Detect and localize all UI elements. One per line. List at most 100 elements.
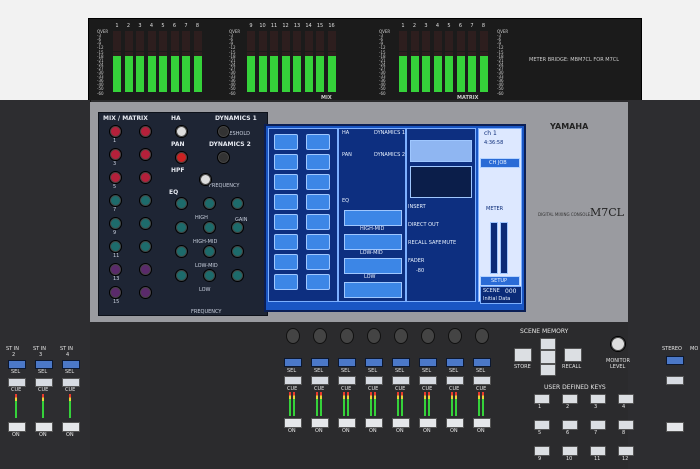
lcd-send-knob[interactable] [274, 254, 298, 270]
lcd-eq-band[interactable] [344, 210, 402, 226]
dynamics2-threshold-knob[interactable] [217, 151, 230, 164]
lcd-send-knob[interactable] [274, 214, 298, 230]
lcd-setup-button[interactable]: SETUP [480, 276, 520, 286]
eq-knob[interactable] [203, 197, 216, 210]
user-defined-key[interactable] [618, 446, 634, 456]
on-button[interactable] [419, 418, 437, 428]
channel-encoder-knob[interactable] [367, 328, 381, 344]
cue-button[interactable] [338, 376, 356, 385]
scene-dec-button[interactable] [514, 348, 532, 362]
lcd-ch-job-button[interactable]: CH JOB [480, 158, 520, 168]
sel-button[interactable] [419, 358, 437, 367]
lcd-send-knob[interactable] [274, 154, 298, 170]
on-button[interactable] [311, 418, 329, 428]
lcd-send-knob[interactable] [274, 134, 298, 150]
hpf-frequency-knob[interactable] [199, 173, 212, 186]
lcd-eq-band[interactable] [344, 282, 402, 298]
eq-knob[interactable] [231, 221, 244, 234]
mix-send-knob[interactable] [109, 263, 122, 276]
mix-send-knob[interactable] [139, 240, 152, 253]
mix-send-knob[interactable] [109, 148, 122, 161]
cue-button[interactable] [284, 376, 302, 385]
mix-send-knob[interactable] [109, 286, 122, 299]
user-defined-key[interactable] [618, 420, 634, 430]
st-in-on-button[interactable] [35, 422, 53, 432]
user-defined-key[interactable] [534, 446, 550, 456]
user-defined-key[interactable] [562, 394, 578, 404]
eq-knob[interactable] [231, 197, 244, 210]
lcd-send-knob[interactable] [274, 194, 298, 210]
mix-send-knob[interactable] [139, 263, 152, 276]
on-button[interactable] [284, 418, 302, 428]
mix-send-knob[interactable] [139, 148, 152, 161]
cue-button[interactable] [365, 376, 383, 385]
channel-encoder-knob[interactable] [340, 328, 354, 344]
lcd-send-knob[interactable] [306, 134, 330, 150]
monitor-level-knob[interactable] [610, 336, 626, 352]
channel-encoder-knob[interactable] [448, 328, 462, 344]
lcd-send-knob[interactable] [274, 234, 298, 250]
cue-button[interactable] [446, 376, 464, 385]
cue-button[interactable] [311, 376, 329, 385]
scene-up-button[interactable] [540, 338, 556, 350]
st-in-cue-button[interactable] [8, 378, 26, 387]
mix-send-knob[interactable] [109, 125, 122, 138]
sel-button[interactable] [365, 358, 383, 367]
lcd-eq-band[interactable] [344, 234, 402, 250]
sel-button[interactable] [284, 358, 302, 367]
mix-send-knob[interactable] [139, 194, 152, 207]
stereo-on-button[interactable] [666, 422, 684, 432]
st-in-on-button[interactable] [8, 422, 26, 432]
lcd-send-knob[interactable] [306, 234, 330, 250]
channel-encoder-knob[interactable] [394, 328, 408, 344]
lcd-send-knob[interactable] [306, 274, 330, 290]
stereo-cue-button[interactable] [666, 376, 684, 385]
channel-encoder-knob[interactable] [475, 328, 489, 344]
cue-button[interactable] [419, 376, 437, 385]
eq-knob[interactable] [231, 245, 244, 258]
on-button[interactable] [392, 418, 410, 428]
eq-knob[interactable] [175, 197, 188, 210]
eq-knob[interactable] [175, 221, 188, 234]
user-defined-key[interactable] [618, 394, 634, 404]
ha-gain-knob[interactable] [175, 125, 188, 138]
lcd-send-knob[interactable] [306, 214, 330, 230]
on-button[interactable] [473, 418, 491, 428]
lcd-send-knob[interactable] [306, 194, 330, 210]
lcd-send-knob[interactable] [306, 174, 330, 190]
mix-send-knob[interactable] [139, 125, 152, 138]
st-in-cue-button[interactable] [35, 378, 53, 387]
sel-button[interactable] [473, 358, 491, 367]
eq-knob[interactable] [175, 245, 188, 258]
st-in-sel-button[interactable] [8, 360, 26, 369]
mix-send-knob[interactable] [109, 194, 122, 207]
eq-knob[interactable] [203, 269, 216, 282]
channel-encoder-knob[interactable] [421, 328, 435, 344]
on-button[interactable] [365, 418, 383, 428]
st-in-sel-button[interactable] [62, 360, 80, 369]
eq-knob[interactable] [203, 245, 216, 258]
cue-button[interactable] [473, 376, 491, 385]
lcd-send-knob[interactable] [274, 274, 298, 290]
sel-button[interactable] [392, 358, 410, 367]
channel-encoder-knob[interactable] [286, 328, 300, 344]
user-defined-key[interactable] [590, 394, 606, 404]
user-defined-key[interactable] [562, 446, 578, 456]
mix-send-knob[interactable] [109, 217, 122, 230]
sel-button[interactable] [446, 358, 464, 367]
on-button[interactable] [338, 418, 356, 428]
user-defined-key[interactable] [534, 394, 550, 404]
cue-button[interactable] [392, 376, 410, 385]
sel-button[interactable] [311, 358, 329, 367]
stereo-sel-button[interactable] [666, 356, 684, 365]
lcd-send-knob[interactable] [274, 174, 298, 190]
st-in-cue-button[interactable] [62, 378, 80, 387]
mix-send-knob[interactable] [139, 171, 152, 184]
mix-send-knob[interactable] [139, 217, 152, 230]
pan-knob[interactable] [175, 151, 188, 164]
st-in-sel-button[interactable] [35, 360, 53, 369]
channel-encoder-knob[interactable] [313, 328, 327, 344]
user-defined-key[interactable] [590, 420, 606, 430]
mix-send-knob[interactable] [139, 286, 152, 299]
user-defined-key[interactable] [534, 420, 550, 430]
